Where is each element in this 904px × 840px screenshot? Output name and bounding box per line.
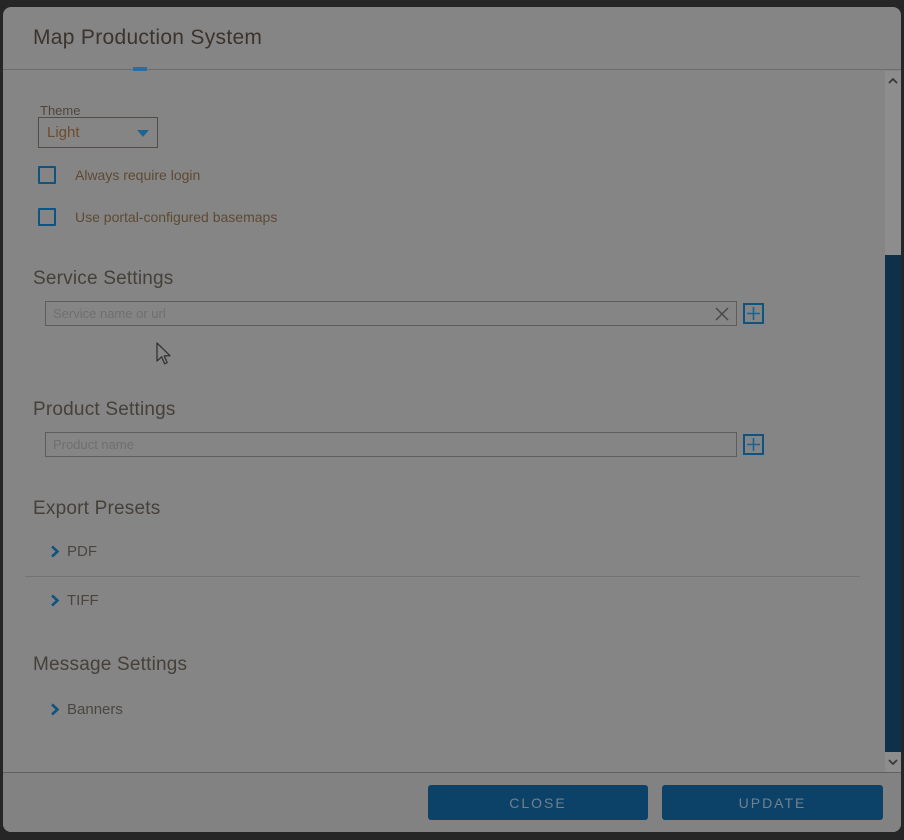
close-button-label: CLOSE [509,795,566,811]
divider [25,576,860,577]
plus-icon [747,438,760,451]
checkbox-label: Use portal-configured basemaps [75,209,277,225]
pdf-preset-expander[interactable]: PDF [50,543,97,560]
chevron-right-icon [50,545,59,558]
product-settings-heading: Product Settings [33,399,176,421]
dialog-footer: CLOSE UPDATE [3,772,901,832]
close-button[interactable]: CLOSE [428,785,648,820]
map-production-dialog: Map Production System Theme Light Always… [3,7,901,832]
checkbox-row-always-require-login: Always require login [38,166,200,184]
add-service-button[interactable] [743,303,764,324]
service-settings-heading: Service Settings [33,268,174,290]
chevron-right-icon [50,594,59,607]
scrollbar-up-arrow-icon[interactable] [885,73,901,89]
scrollbar-thumb[interactable] [885,255,901,752]
update-button[interactable]: UPDATE [662,785,883,820]
theme-select[interactable]: Light [38,117,158,148]
chevron-right-icon [50,703,59,716]
tiff-preset-expander[interactable]: TIFF [50,592,99,609]
checkbox-row-portal-basemaps: Use portal-configured basemaps [38,208,277,226]
expander-label: PDF [67,543,97,560]
portal-basemaps-checkbox[interactable] [38,208,56,226]
update-button-label: UPDATE [739,795,807,811]
expander-label: Banners [67,701,123,718]
banners-expander[interactable]: Banners [50,701,123,718]
theme-select-value: Light [47,124,137,141]
add-product-button[interactable] [743,434,764,455]
mouse-cursor-icon [155,342,173,372]
always-require-login-checkbox[interactable] [38,166,56,184]
theme-label: Theme [40,103,80,118]
service-name-input[interactable] [45,301,737,326]
product-name-input[interactable] [45,432,737,457]
clear-input-icon[interactable] [713,305,731,323]
scrollbar-down-arrow-icon[interactable] [885,754,901,770]
dialog-header: Map Production System [3,7,901,70]
vertical-scrollbar[interactable] [885,71,901,772]
message-settings-heading: Message Settings [33,654,187,676]
screenshot-root: Map Production System Theme Light Always… [0,0,904,840]
chevron-down-caret-icon [137,129,149,137]
dialog-body: Theme Light Always require login Use por… [3,71,901,772]
plus-icon [747,307,760,320]
dialog-title: Map Production System [33,26,262,50]
expander-label: TIFF [67,592,99,609]
checkbox-label: Always require login [75,167,200,183]
export-presets-heading: Export Presets [33,498,160,520]
